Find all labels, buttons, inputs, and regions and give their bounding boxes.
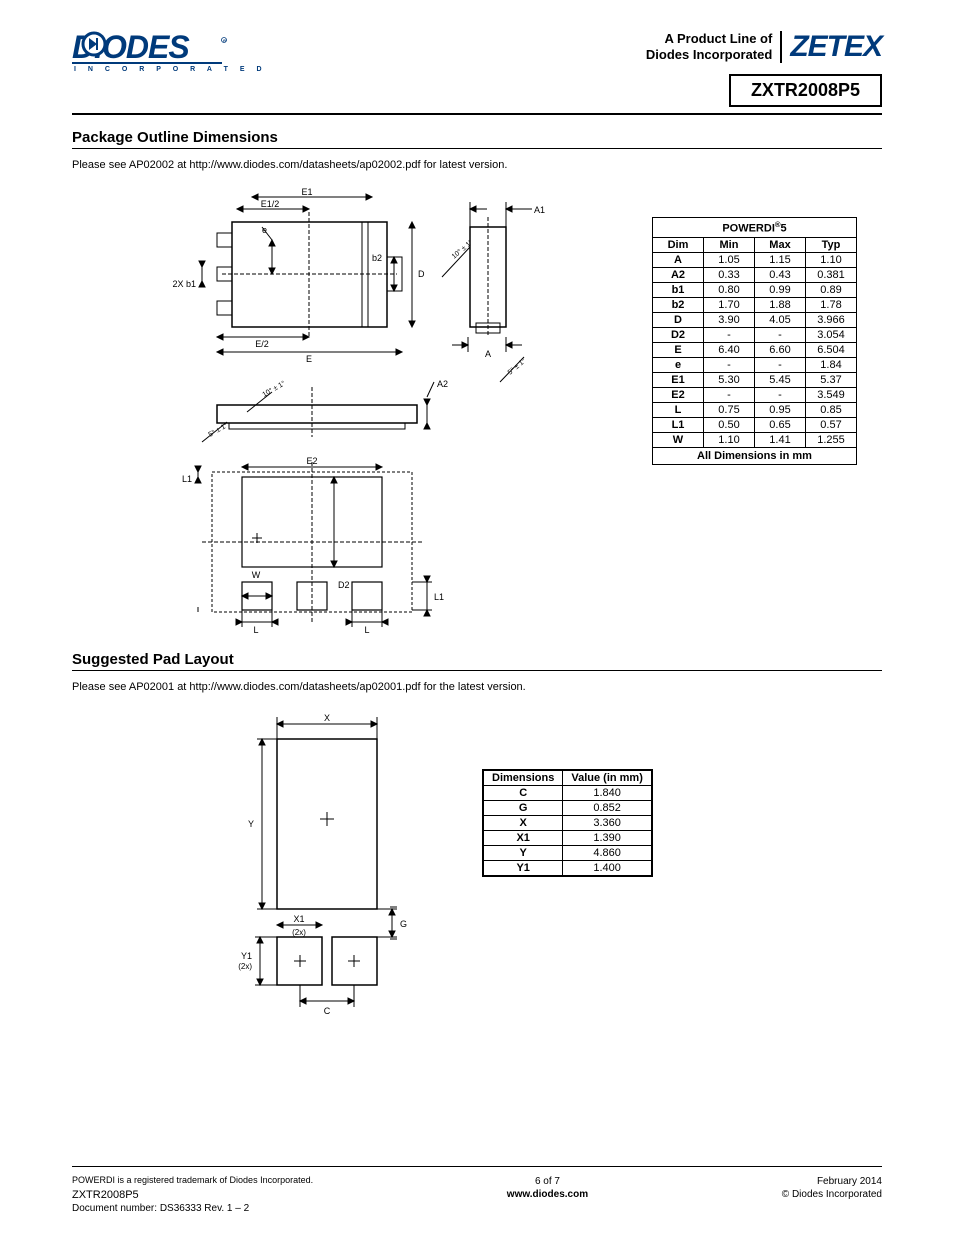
section2-title: Suggested Pad Layout bbox=[72, 651, 882, 671]
logo-subtitle: I N C O R P O R A T E D bbox=[74, 66, 267, 73]
svg-text:X1: X1 bbox=[293, 914, 304, 924]
svg-text:E1/2: E1/2 bbox=[261, 199, 280, 209]
section1-title: Package Outline Dimensions bbox=[72, 129, 882, 149]
table-row: E15.305.455.37 bbox=[653, 372, 857, 387]
pad-dimensions-table: Dimensions Value (in mm) C1.840 G0.852 X… bbox=[482, 769, 653, 877]
svg-text:L: L bbox=[253, 625, 258, 635]
footer-url: www.diodes.com bbox=[507, 1188, 588, 1201]
dim-table-footer: All Dimensions in mm bbox=[653, 447, 857, 464]
table-row: X3.360 bbox=[483, 816, 652, 831]
table-row: Y4.860 bbox=[483, 846, 652, 861]
zetex-logo: ZETEX bbox=[790, 30, 882, 64]
svg-text:W: W bbox=[252, 570, 261, 580]
svg-text:L1: L1 bbox=[182, 474, 192, 484]
table-row: b21.701.881.78 bbox=[653, 297, 857, 312]
footer-date: February 2014 bbox=[782, 1175, 882, 1188]
package-drawing: E1 E1/2 e b2 D 2X b1 bbox=[72, 187, 552, 637]
table-row: D2--3.054 bbox=[653, 327, 857, 342]
svg-text:A: A bbox=[485, 349, 491, 359]
table-header-row: Dim Min Max Typ bbox=[653, 237, 857, 252]
svg-text:(2x): (2x) bbox=[292, 928, 306, 937]
svg-text:D: D bbox=[418, 269, 425, 279]
svg-text:b2: b2 bbox=[372, 253, 382, 263]
svg-text:D2: D2 bbox=[338, 580, 350, 590]
table-row: L0.750.950.85 bbox=[653, 402, 857, 417]
svg-text:X: X bbox=[324, 713, 330, 723]
svg-text:C: C bbox=[324, 1006, 331, 1016]
table-row: A1.051.151.10 bbox=[653, 252, 857, 267]
footer-copyright: © Diodes Incorporated bbox=[782, 1188, 882, 1201]
svg-text:10° ± 1°: 10° ± 1° bbox=[450, 238, 474, 260]
svg-text:A1: A1 bbox=[534, 205, 545, 215]
header-rule bbox=[72, 113, 882, 115]
svg-text:G: G bbox=[400, 919, 407, 929]
table-row: A20.330.430.381 bbox=[653, 267, 857, 282]
table-row: E6.406.606.504 bbox=[653, 342, 857, 357]
pad-layout-drawing: X Y X1 (2x) G Y1 bbox=[72, 709, 432, 1039]
tagline-1: A Product Line of bbox=[646, 31, 772, 47]
svg-text:E2: E2 bbox=[306, 456, 317, 466]
section2-note: Please see AP02001 at http://www.diodes.… bbox=[72, 681, 882, 693]
svg-text:(2x): (2x) bbox=[238, 962, 252, 971]
footer-trademark: POWERDI is a registered trademark of Dio… bbox=[72, 1175, 313, 1187]
svg-text:E1: E1 bbox=[301, 187, 312, 197]
table-row: e--1.84 bbox=[653, 357, 857, 372]
table-row: b10.800.990.89 bbox=[653, 282, 857, 297]
dim-table-title: POWERDI®5 bbox=[653, 218, 857, 238]
table-row: G0.852 bbox=[483, 801, 652, 816]
svg-text:E/2: E/2 bbox=[255, 339, 269, 349]
table-row: D3.904.053.966 bbox=[653, 312, 857, 327]
svg-text:Y1: Y1 bbox=[241, 951, 252, 961]
table-row: W1.101.411.255 bbox=[653, 432, 857, 447]
table-row: X11.390 bbox=[483, 831, 652, 846]
table-row: L10.500.650.57 bbox=[653, 417, 857, 432]
page-footer: POWERDI is a registered trademark of Dio… bbox=[72, 1166, 882, 1215]
table-row: Y11.400 bbox=[483, 861, 652, 877]
svg-text:10° ± 1°: 10° ± 1° bbox=[261, 379, 287, 399]
table-row: E2--3.549 bbox=[653, 387, 857, 402]
tagline-2: Diodes Incorporated bbox=[646, 47, 772, 63]
header-right: A Product Line of Diodes Incorporated ZE… bbox=[646, 30, 882, 107]
svg-text:5° ± 1°: 5° ± 1° bbox=[207, 421, 229, 439]
footer-part: ZXTR2008P5 bbox=[72, 1188, 313, 1202]
page-header: DIODES R I N C O R P O R A T E D A Produ… bbox=[72, 30, 882, 107]
svg-text:Y: Y bbox=[248, 819, 254, 829]
footer-page: 6 of 7 bbox=[507, 1175, 588, 1188]
svg-text:5° ± 1°: 5° ± 1° bbox=[506, 357, 527, 377]
svg-text:L1: L1 bbox=[434, 592, 444, 602]
svg-text:L: L bbox=[364, 625, 369, 635]
svg-text:2X b1: 2X b1 bbox=[172, 279, 196, 289]
dimensions-table: POWERDI®5 Dim Min Max Typ A1.051.151.10 … bbox=[652, 217, 857, 465]
footer-docnum: Document number: DS36333 Rev. 1 – 2 bbox=[72, 1202, 313, 1215]
section1-note: Please see AP02002 at http://www.diodes.… bbox=[72, 159, 882, 171]
table-row: C1.840 bbox=[483, 786, 652, 801]
svg-text:E: E bbox=[306, 354, 312, 364]
part-number-box: ZXTR2008P5 bbox=[729, 74, 882, 107]
diodes-logo: DIODES R I N C O R P O R A T E D bbox=[72, 30, 267, 73]
table-header-row: Dimensions Value (in mm) bbox=[483, 770, 652, 786]
svg-text:A2: A2 bbox=[437, 379, 448, 389]
